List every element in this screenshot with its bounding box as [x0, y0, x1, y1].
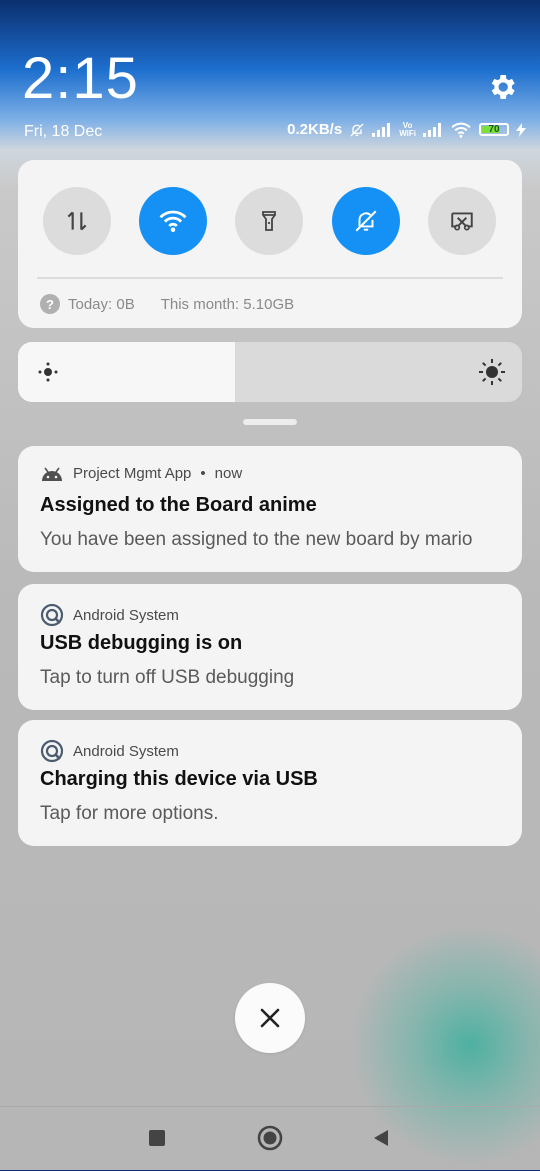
square-recents-icon: [149, 1130, 165, 1146]
mobile-data-toggle[interactable]: [43, 187, 111, 255]
scissors-screenshot-icon: [451, 212, 473, 231]
network-speed: 0.2KB/s: [287, 121, 343, 138]
notification-text: Tap for more options.: [40, 803, 219, 824]
flashlight-toggle[interactable]: [235, 187, 303, 255]
wifi-toggle[interactable]: [139, 187, 207, 255]
notification-card[interactable]: Android System USB debugging is on Tap t…: [18, 584, 522, 710]
navigation-bar: [0, 1106, 540, 1171]
triangle-back-icon: [374, 1130, 388, 1146]
notification-card[interactable]: Project Mgmt App • now Assigned to the B…: [18, 446, 522, 572]
notification-header: Android System: [40, 603, 179, 627]
screenshot-toggle[interactable]: [428, 187, 496, 255]
date-label: Fri, 18 Dec: [24, 123, 103, 140]
vowifi-icon: Vo WiFi: [399, 120, 416, 138]
status-bar: 0.2KB/s Vo WiFi 70: [287, 121, 526, 138]
flashlight-icon: [262, 211, 276, 231]
notification-header: Android System: [40, 739, 179, 763]
notification-title: Assigned to the Board anime: [40, 494, 317, 516]
clock: 2:15: [22, 46, 139, 111]
android-system-icon: [40, 603, 64, 627]
notification-time: now: [214, 465, 243, 482]
notification-app-name: Android System: [73, 606, 179, 624]
close-icon: [260, 1008, 280, 1028]
bell-off-icon: [355, 210, 377, 232]
notification-header: Project Mgmt App • now: [40, 465, 242, 482]
notification-text: You have been assigned to the new board …: [40, 529, 473, 550]
brightness-slider[interactable]: [18, 342, 522, 402]
circle-home-icon: [257, 1125, 283, 1151]
quick-settings-panel: ? Today: 0B This month: 5.10GB: [18, 160, 522, 328]
wifi-icon: [159, 210, 187, 232]
usage-month: This month: 5.10GB: [160, 295, 295, 313]
notification-text: Tap to turn off USB debugging: [40, 667, 295, 688]
android-system-icon: [40, 739, 64, 763]
signal-icon: [372, 122, 392, 137]
bell-off-status-icon: [349, 122, 365, 138]
signal-icon-2: [423, 122, 443, 137]
settings-gear-icon[interactable]: [486, 71, 518, 103]
qs-divider: [37, 277, 503, 279]
clear-notifications-button[interactable]: [235, 983, 305, 1053]
home-button[interactable]: [253, 1121, 287, 1155]
help-icon: ?: [40, 294, 60, 314]
battery-icon: 70: [479, 123, 509, 136]
notification-separator: •: [200, 465, 206, 482]
notification-card[interactable]: Android System Charging this device via …: [18, 720, 522, 846]
data-usage[interactable]: ? Today: 0B This month: 5.10GB: [40, 294, 294, 314]
brightness-low-icon: [38, 362, 58, 387]
panel-drag-handle[interactable]: [243, 419, 297, 425]
mobile-data-arrows-icon: [67, 211, 87, 231]
notification-title: Charging this device via USB: [40, 768, 318, 790]
usage-today: Today: 0B: [68, 295, 135, 313]
silent-toggle[interactable]: [332, 187, 400, 255]
charging-bolt-icon: [516, 122, 526, 137]
back-button[interactable]: [364, 1121, 398, 1155]
notification-title: USB debugging is on: [40, 632, 243, 654]
notification-app-name: Project Mgmt App: [73, 465, 192, 482]
brightness-high-icon: [478, 358, 506, 391]
recents-button[interactable]: [140, 1121, 174, 1155]
notification-app-name: Android System: [73, 742, 179, 760]
android-robot-icon: [42, 467, 62, 481]
wifi-status-icon: [450, 122, 472, 138]
